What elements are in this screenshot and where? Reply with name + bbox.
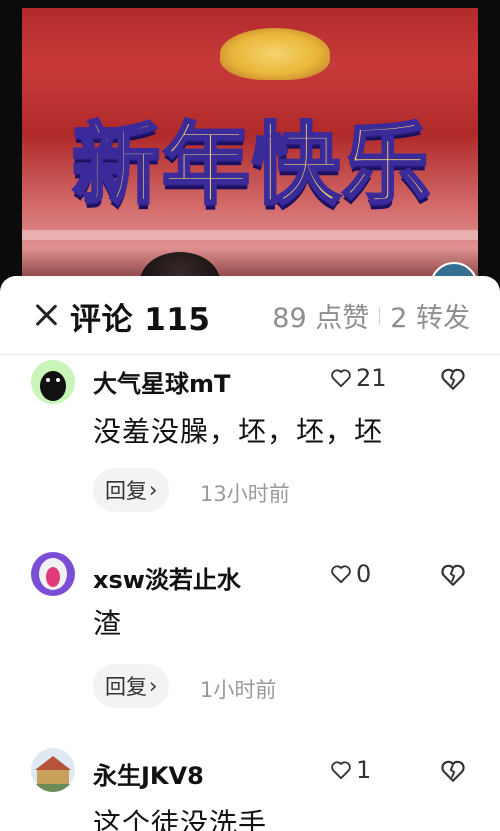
comment-username[interactable]: 永生JKV8: [93, 756, 204, 791]
likes-count[interactable]: 89 点赞: [272, 296, 369, 335]
comment-text: 没羞没臊，坯，坯，坯: [93, 415, 384, 448]
like-count: 1: [356, 756, 372, 784]
avatar[interactable]: [31, 552, 75, 596]
shares-count[interactable]: 2 转发: [390, 296, 470, 335]
broken-heart-icon[interactable]: [440, 366, 466, 392]
comment-text: 渣: [93, 607, 123, 640]
post-stats: 89 点赞 2 转发: [272, 296, 470, 335]
video-frame: 新年快乐: [22, 8, 478, 290]
reply-button[interactable]: 回复 ›: [93, 468, 170, 512]
video-stripe: [22, 230, 478, 240]
comment-time: 1小时前: [200, 678, 277, 702]
reply-label: 回复: [105, 675, 147, 699]
comment-header: 评论 115 89 点赞 2 转发: [0, 276, 500, 354]
stats-divider: [379, 306, 381, 325]
comment-title: 评论 115: [70, 302, 211, 338]
video-logo: [220, 28, 330, 80]
like-count: 21: [356, 364, 387, 392]
comment-time: 13小时前: [200, 482, 290, 506]
reply-label: 回复: [105, 479, 147, 503]
reply-button[interactable]: 回复 ›: [93, 664, 170, 708]
close-icon[interactable]: [34, 302, 58, 326]
comment-sheet: 评论 115 89 点赞 2 转发 大气星球mT 21 没羞没臊，坯，坯，坯 回…: [0, 276, 500, 831]
avatar[interactable]: [31, 360, 75, 404]
chevron-right-icon: ›: [149, 674, 158, 698]
header-divider: [0, 354, 500, 355]
comment-username[interactable]: 大气星球mT: [93, 364, 230, 399]
heart-outline-icon: [331, 761, 351, 780]
chevron-right-icon: ›: [149, 478, 158, 502]
comment-username[interactable]: xsw淡若止水: [93, 560, 241, 595]
video-background: 新年快乐: [0, 0, 500, 290]
heart-outline-icon: [331, 369, 351, 388]
avatar[interactable]: [31, 748, 75, 792]
like-button[interactable]: 0: [330, 560, 371, 588]
like-button[interactable]: 1: [330, 756, 371, 784]
heart-outline-icon: [331, 565, 351, 584]
like-button[interactable]: 21: [330, 364, 387, 392]
like-count: 0: [356, 560, 372, 588]
video-banner-text: 新年快乐: [70, 112, 432, 218]
comment-text: 这个徒没洗手: [93, 807, 268, 831]
broken-heart-icon[interactable]: [440, 562, 466, 588]
broken-heart-icon[interactable]: [440, 758, 466, 784]
